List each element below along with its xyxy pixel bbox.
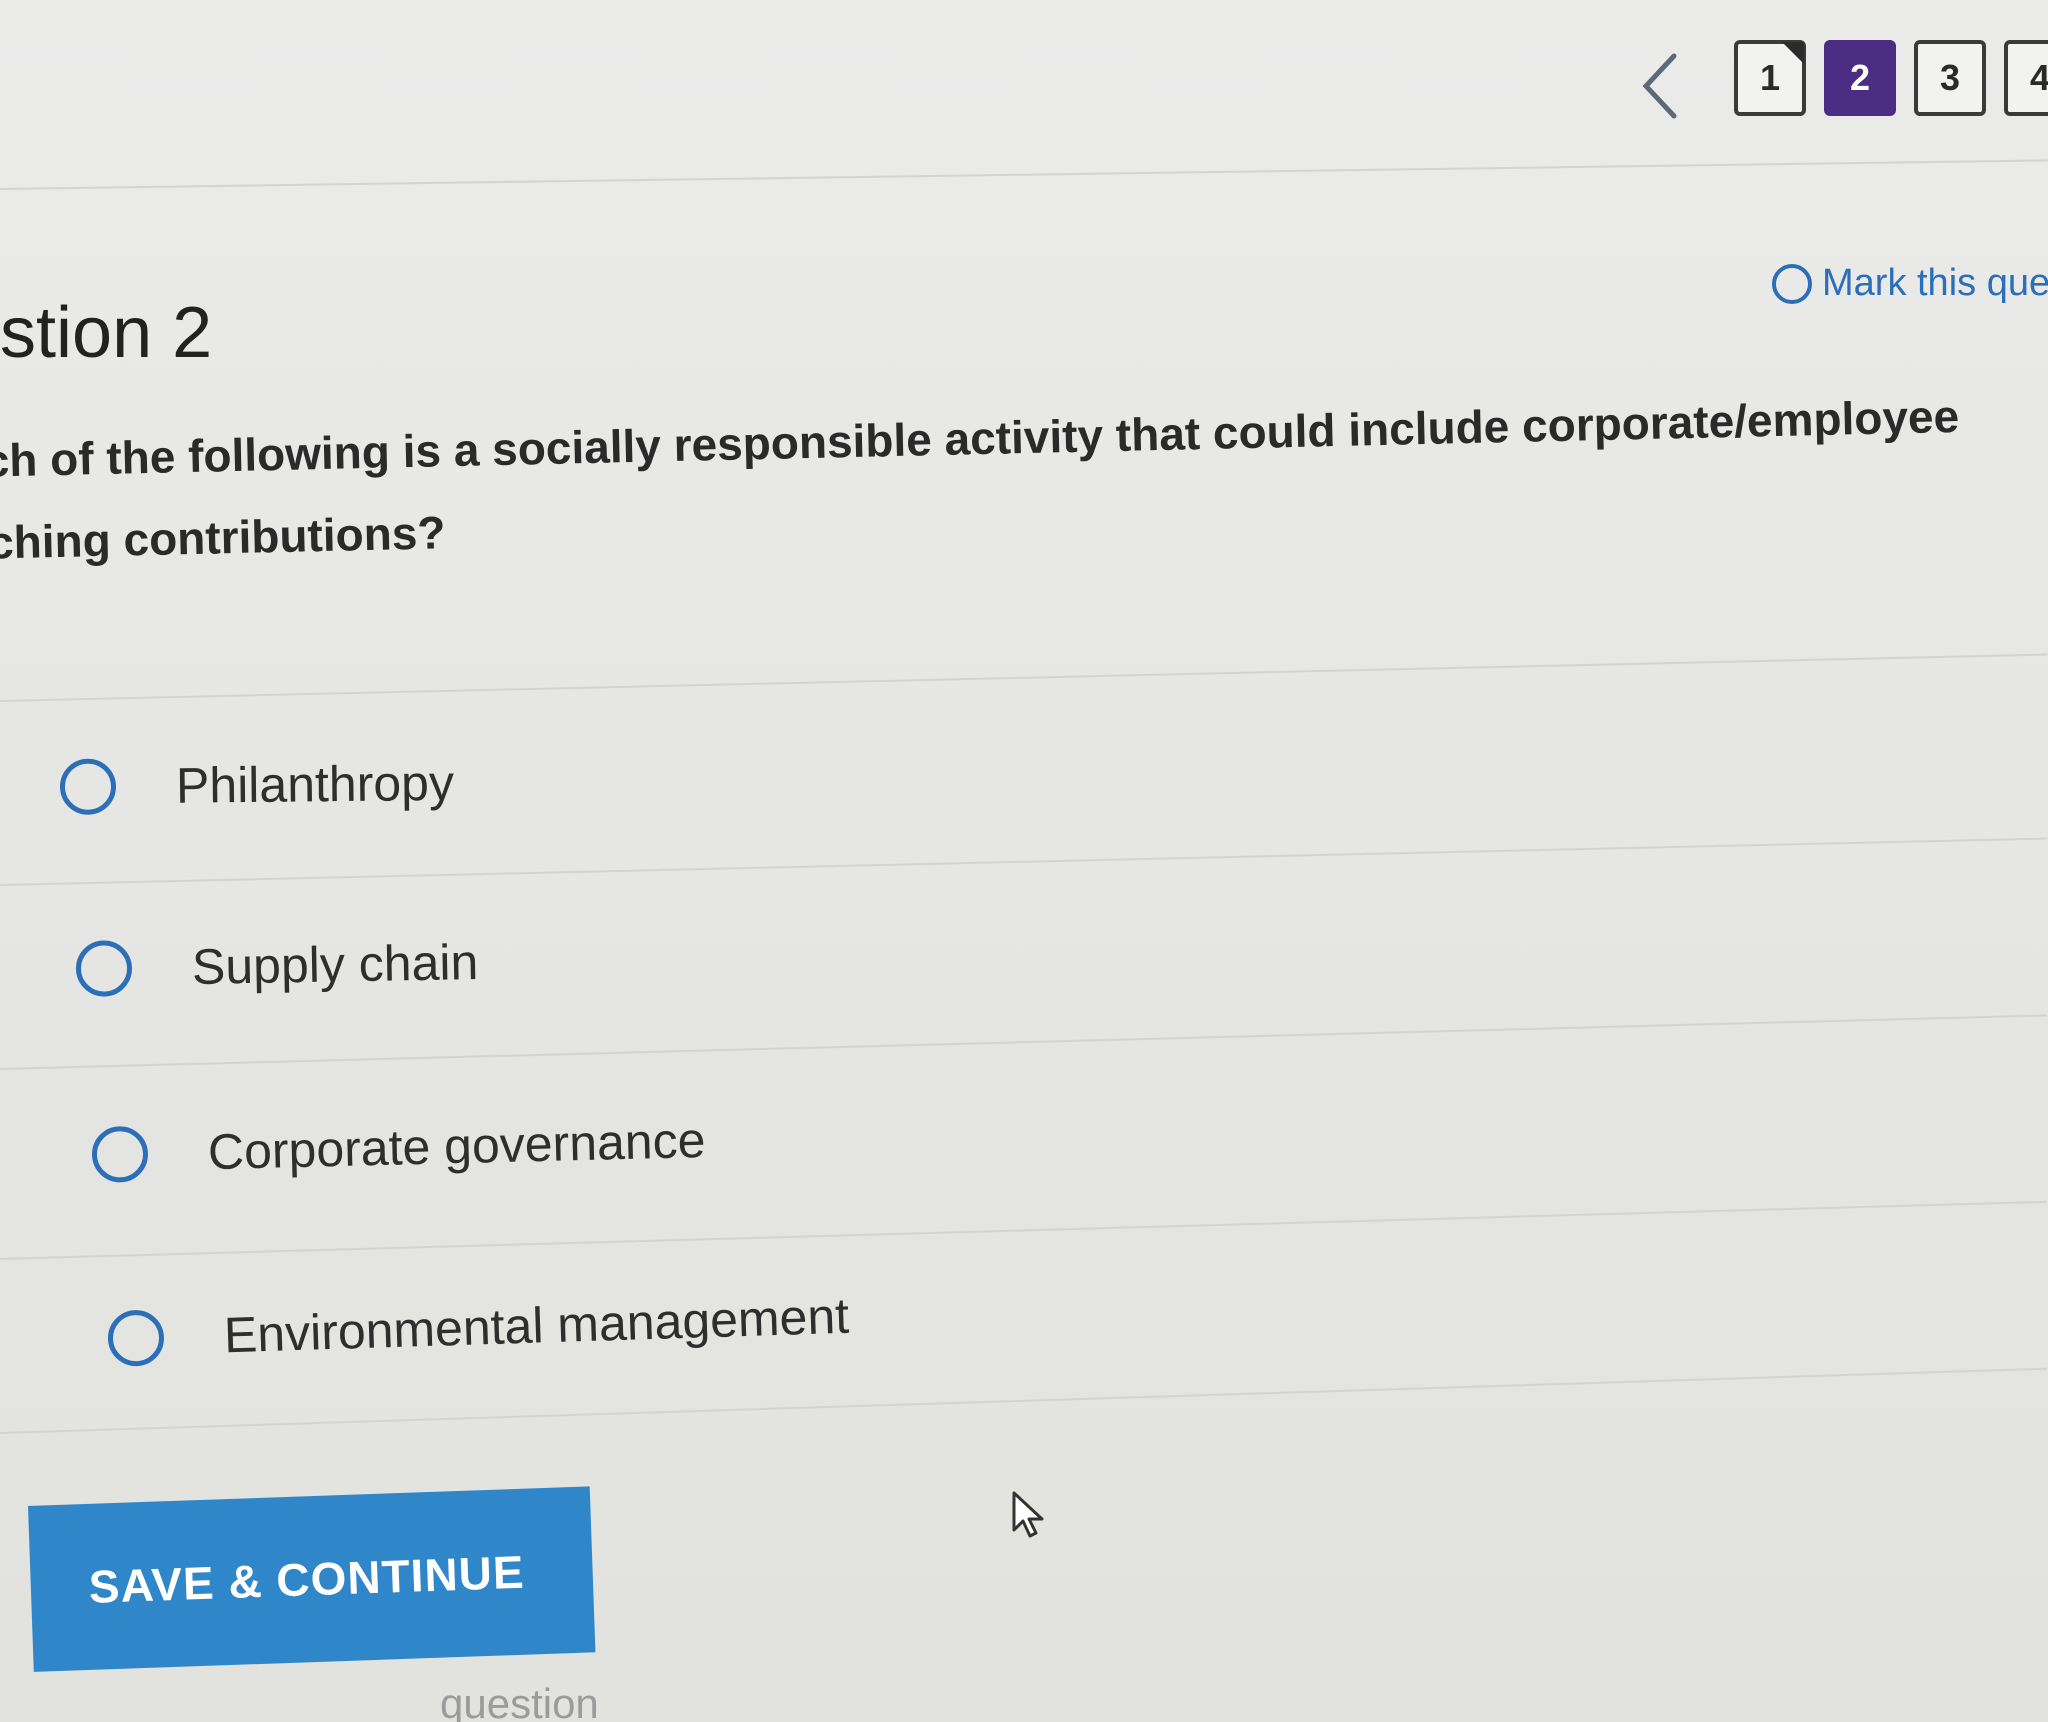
question-prompt: ich of the following is a socially respo… <box>0 372 2048 584</box>
answer-option-corporate-governance[interactable]: Corporate governance <box>91 1111 706 1184</box>
page-button-3[interactable]: 3 <box>1914 40 1986 116</box>
mark-question-label: Mark this que <box>1822 262 2048 304</box>
header-divider <box>0 159 2048 190</box>
page-button-2[interactable]: 2 <box>1824 40 1896 116</box>
page-button-4[interactable]: 4 <box>2004 40 2048 116</box>
page-button-1[interactable]: 1 <box>1734 40 1806 116</box>
mark-question-toggle[interactable]: Mark this que <box>1772 262 2048 305</box>
option-label: Environmental management <box>223 1287 850 1364</box>
save-continue-button[interactable]: SAVE & CONTINUE <box>28 1486 596 1672</box>
question-title: estion 2 <box>0 293 213 373</box>
answer-option-supply-chain[interactable]: Supply chain <box>75 933 479 998</box>
radio-button[interactable] <box>75 940 133 997</box>
prompt-divider <box>0 653 2048 702</box>
option-label: Supply chain <box>191 933 479 995</box>
footer-link[interactable]: question <box>440 1680 599 1722</box>
radio-button[interactable] <box>59 758 117 815</box>
answer-option-environmental-management[interactable]: Environmental management <box>107 1287 850 1368</box>
circle-icon <box>1772 263 1812 304</box>
radio-button[interactable] <box>91 1125 149 1183</box>
question-pager: 1 2 3 4 <box>1734 40 2048 116</box>
option-divider <box>0 1367 2048 1434</box>
option-label: Corporate governance <box>207 1112 707 1181</box>
quiz-screen: 1 2 3 4 Mark this que estion 2 ich of th… <box>0 0 2048 1722</box>
option-divider <box>0 1014 2048 1070</box>
answer-option-philanthropy[interactable]: Philanthropy <box>59 754 455 816</box>
option-divider <box>0 1200 2048 1260</box>
radio-button[interactable] <box>107 1309 165 1367</box>
mouse-cursor-icon <box>1012 1491 1044 1538</box>
option-divider <box>0 837 2048 886</box>
chevron-left-icon[interactable] <box>1640 52 1680 120</box>
option-label: Philanthropy <box>175 754 455 814</box>
